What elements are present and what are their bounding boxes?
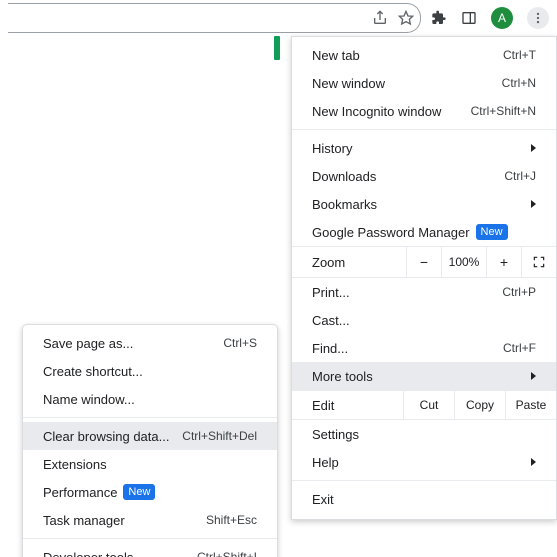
menu-item-exit[interactable]: Exit bbox=[292, 485, 556, 513]
submenu-arrow-icon bbox=[531, 144, 536, 152]
share-icon[interactable] bbox=[372, 10, 388, 26]
menu-label: Create shortcut... bbox=[43, 364, 257, 379]
menu-label: Settings bbox=[312, 427, 536, 442]
zoom-in-button[interactable]: + bbox=[486, 247, 521, 277]
submenu-item-extensions[interactable]: Extensions bbox=[23, 450, 277, 478]
page-accent bbox=[274, 36, 280, 60]
menu-label: Downloads bbox=[312, 169, 504, 184]
submenu-arrow-icon bbox=[531, 458, 536, 466]
menu-label: Extensions bbox=[43, 457, 257, 472]
zoom-label: Zoom bbox=[312, 255, 406, 270]
menu-label: Google Password Manager bbox=[312, 225, 470, 240]
menu-item-new-tab[interactable]: New tab Ctrl+T bbox=[292, 41, 556, 69]
zoom-out-button[interactable]: − bbox=[406, 247, 441, 277]
menu-label: New Incognito window bbox=[312, 104, 471, 119]
menu-label: More tools bbox=[312, 369, 525, 384]
menu-shortcut: Ctrl+T bbox=[503, 48, 536, 62]
menu-item-incognito[interactable]: New Incognito window Ctrl+Shift+N bbox=[292, 97, 556, 125]
address-bar[interactable] bbox=[8, 3, 421, 33]
menu-label: History bbox=[312, 141, 525, 156]
menu-shortcut: Ctrl+Shift+I bbox=[197, 550, 257, 557]
menu-label: Name window... bbox=[43, 392, 257, 407]
submenu-item-save-page[interactable]: Save page as... Ctrl+S bbox=[23, 329, 277, 357]
menu-label: New window bbox=[312, 76, 502, 91]
menu-separator bbox=[292, 129, 556, 130]
copy-button[interactable]: Copy bbox=[454, 391, 505, 419]
more-tools-submenu: Save page as... Ctrl+S Create shortcut..… bbox=[22, 324, 278, 557]
menu-label: Print... bbox=[312, 285, 502, 300]
submenu-item-performance[interactable]: Performance New bbox=[23, 478, 277, 506]
menu-label: Bookmarks bbox=[312, 197, 525, 212]
menu-label: Help bbox=[312, 455, 525, 470]
submenu-arrow-icon bbox=[531, 200, 536, 208]
menu-separator bbox=[292, 480, 556, 481]
menu-item-history[interactable]: History bbox=[292, 134, 556, 162]
menu-shortcut: Ctrl+S bbox=[223, 336, 257, 350]
chrome-main-menu: New tab Ctrl+T New window Ctrl+N New Inc… bbox=[291, 36, 557, 520]
paste-button[interactable]: Paste bbox=[505, 391, 556, 419]
menu-item-settings[interactable]: Settings bbox=[292, 420, 556, 448]
menu-label: Exit bbox=[312, 492, 536, 507]
menu-label-wrap: Performance New bbox=[43, 484, 155, 500]
menu-item-downloads[interactable]: Downloads Ctrl+J bbox=[292, 162, 556, 190]
menu-item-new-window[interactable]: New window Ctrl+N bbox=[292, 69, 556, 97]
menu-shortcut: Shift+Esc bbox=[206, 513, 257, 527]
menu-label: New tab bbox=[312, 48, 503, 63]
menu-item-print[interactable]: Print... Ctrl+P bbox=[292, 278, 556, 306]
menu-item-more-tools[interactable]: More tools bbox=[292, 362, 556, 390]
menu-item-edit: Edit Cut Copy Paste bbox=[292, 390, 556, 420]
edit-label: Edit bbox=[312, 398, 403, 413]
toolbar-right: A bbox=[431, 7, 549, 29]
menu-label: Performance bbox=[43, 485, 117, 500]
submenu-item-name-window[interactable]: Name window... bbox=[23, 385, 277, 413]
menu-shortcut: Ctrl+P bbox=[502, 285, 536, 299]
menu-shortcut: Ctrl+J bbox=[504, 169, 536, 183]
menu-separator bbox=[23, 417, 277, 418]
menu-label-wrap: Google Password Manager New bbox=[312, 224, 508, 240]
side-panel-icon[interactable] bbox=[461, 10, 477, 26]
star-icon[interactable] bbox=[398, 10, 414, 26]
cut-button[interactable]: Cut bbox=[403, 391, 454, 419]
new-badge: New bbox=[476, 224, 508, 240]
submenu-arrow-icon bbox=[531, 372, 536, 380]
menu-item-find[interactable]: Find... Ctrl+F bbox=[292, 334, 556, 362]
menu-label: Clear browsing data... bbox=[43, 429, 182, 444]
profile-avatar[interactable]: A bbox=[491, 7, 513, 29]
menu-separator bbox=[23, 538, 277, 539]
new-badge: New bbox=[123, 484, 155, 500]
browser-toolbar: A bbox=[0, 0, 557, 36]
menu-shortcut: Ctrl+Shift+N bbox=[471, 104, 536, 118]
extensions-icon[interactable] bbox=[431, 10, 447, 26]
fullscreen-button[interactable] bbox=[521, 247, 556, 277]
menu-item-cast[interactable]: Cast... bbox=[292, 306, 556, 334]
submenu-item-create-shortcut[interactable]: Create shortcut... bbox=[23, 357, 277, 385]
menu-shortcut: Ctrl+N bbox=[502, 76, 536, 90]
submenu-item-task-manager[interactable]: Task manager Shift+Esc bbox=[23, 506, 277, 534]
menu-button[interactable] bbox=[527, 7, 549, 29]
menu-shortcut: Ctrl+Shift+Del bbox=[182, 429, 257, 443]
menu-shortcut: Ctrl+F bbox=[503, 341, 536, 355]
menu-label: Find... bbox=[312, 341, 503, 356]
menu-item-zoom: Zoom − 100% + bbox=[292, 246, 556, 278]
menu-item-help[interactable]: Help bbox=[292, 448, 556, 476]
menu-label: Cast... bbox=[312, 313, 536, 328]
menu-label: Developer tools bbox=[43, 550, 197, 557]
zoom-value: 100% bbox=[441, 247, 486, 277]
menu-label: Task manager bbox=[43, 513, 206, 528]
submenu-item-clear-browsing-data[interactable]: Clear browsing data... Ctrl+Shift+Del bbox=[23, 422, 277, 450]
menu-label: Save page as... bbox=[43, 336, 223, 351]
menu-item-bookmarks[interactable]: Bookmarks bbox=[292, 190, 556, 218]
menu-item-password-manager[interactable]: Google Password Manager New bbox=[292, 218, 556, 246]
submenu-item-developer-tools[interactable]: Developer tools Ctrl+Shift+I bbox=[23, 543, 277, 557]
